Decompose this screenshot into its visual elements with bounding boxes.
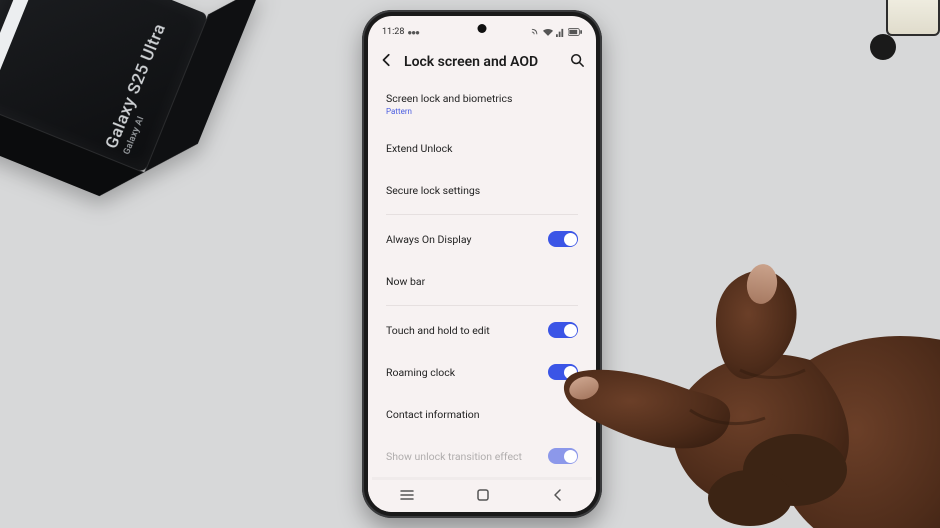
row-contact-information[interactable]: Contact information [372, 393, 592, 435]
status-time: 11:28 [382, 27, 404, 37]
product-box: Galaxy S25 Ultra Galaxy AI [0, 0, 264, 250]
page-title: Lock screen and AOD [404, 54, 560, 70]
row-label: Always On Display [386, 233, 471, 246]
row-screen-lock-biometrics[interactable]: Screen lock and biometrics Pattern [372, 81, 592, 127]
row-label: Roaming clock [386, 366, 455, 379]
box-accent-stripe [0, 0, 43, 95]
search-button[interactable] [570, 52, 584, 71]
row-label: Screen lock and biometrics [386, 92, 512, 105]
toggle-always-on-display[interactable] [548, 231, 578, 247]
row-sublabel: Pattern [386, 107, 512, 116]
nav-back-button[interactable] [551, 487, 565, 506]
nav-back-icon [551, 488, 565, 502]
navigation-bar [368, 480, 596, 512]
battery-icon [568, 28, 582, 36]
row-touch-hold-edit[interactable]: Touch and hold to edit [372, 309, 592, 351]
row-label: Contact information [386, 408, 480, 421]
row-label: Show unlock transition effect [386, 450, 522, 463]
divider [386, 214, 578, 215]
row-always-on-display[interactable]: Always On Display [372, 218, 592, 260]
accessory-prop [860, 0, 940, 60]
phone-screen: 11:28 ●●● Lock screen and AOD [368, 16, 596, 512]
divider [386, 305, 578, 306]
nfc-icon [531, 28, 540, 37]
nav-recents-button[interactable] [399, 487, 415, 506]
toggle-unlock-transition [548, 448, 578, 464]
wifi-icon [543, 28, 553, 37]
camera-punch-hole [478, 24, 487, 33]
toggle-touch-hold-edit[interactable] [548, 322, 578, 338]
nav-home-button[interactable] [476, 487, 490, 506]
signal-icon [556, 28, 565, 37]
row-label: Now bar [386, 275, 425, 288]
settings-list: Screen lock and biometrics Pattern Exten… [368, 81, 596, 512]
chevron-left-icon [380, 53, 394, 67]
toggle-roaming-clock[interactable] [548, 364, 578, 380]
row-unlock-transition-effect: Show unlock transition effect [372, 435, 592, 477]
row-label: Extend Unlock [386, 142, 452, 155]
back-button[interactable] [380, 52, 394, 71]
row-now-bar[interactable]: Now bar [372, 260, 592, 302]
hand-pointing [560, 210, 940, 528]
recents-icon [399, 488, 415, 502]
scene: Galaxy S25 Ultra Galaxy AI 11:28 ●●● [0, 0, 940, 528]
row-roaming-clock[interactable]: Roaming clock [372, 351, 592, 393]
row-extend-unlock[interactable]: Extend Unlock [372, 127, 592, 169]
row-label: Touch and hold to edit [386, 324, 490, 337]
phone-frame: 11:28 ●●● Lock screen and AOD [362, 10, 602, 518]
search-icon [570, 53, 584, 67]
row-label: Secure lock settings [386, 184, 480, 197]
home-icon [476, 488, 490, 502]
row-secure-lock-settings[interactable]: Secure lock settings [372, 169, 592, 211]
status-notification-dots: ●●● [406, 28, 418, 37]
page-header: Lock screen and AOD [368, 44, 596, 81]
